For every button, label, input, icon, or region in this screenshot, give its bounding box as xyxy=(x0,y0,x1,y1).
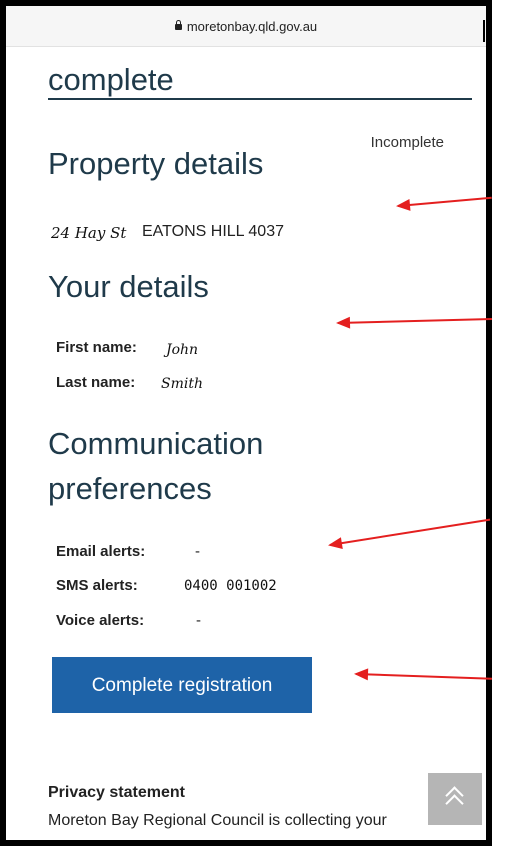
voice-alerts-value: - xyxy=(196,612,201,629)
back-to-top-button[interactable] xyxy=(428,773,482,825)
text-cursor-mark xyxy=(483,20,485,42)
mobile-viewport: moretonbay.qld.gov.au complete Incomplet… xyxy=(6,6,486,840)
complete-registration-button[interactable]: Complete registration xyxy=(52,657,312,713)
arrow-head-icon xyxy=(353,667,369,681)
url-text: moretonbay.qld.gov.au xyxy=(186,19,318,34)
arrow-head-icon xyxy=(395,198,411,213)
property-street: 24 Hay St xyxy=(51,224,127,242)
first-name-value: John xyxy=(166,342,199,358)
your-details-heading: Your details xyxy=(48,269,209,304)
title-underline xyxy=(48,98,472,100)
property-details-heading: Property details xyxy=(48,146,264,181)
arrow-head-icon xyxy=(335,316,351,330)
status-label: Incomplete xyxy=(370,134,444,151)
sms-alerts-label: SMS alerts: xyxy=(56,577,138,594)
first-name-label: First name: xyxy=(56,339,137,356)
arrow-head-icon xyxy=(327,537,343,552)
browser-address-bar[interactable]: moretonbay.qld.gov.au xyxy=(6,6,486,47)
voice-alerts-label: Voice alerts: xyxy=(56,612,145,629)
communication-heading-line1: Communication xyxy=(48,426,264,461)
right-margin xyxy=(492,0,507,846)
url-display[interactable]: moretonbay.qld.gov.au xyxy=(6,19,486,34)
lock-icon xyxy=(174,20,182,30)
last-name-value: Smith xyxy=(161,376,203,392)
email-alerts-value: - xyxy=(195,543,200,560)
last-name-label: Last name: xyxy=(56,374,136,391)
section-title-complete: complete xyxy=(48,62,174,97)
communication-heading-line2: preferences xyxy=(48,471,212,506)
privacy-heading: Privacy statement xyxy=(48,784,185,801)
email-alerts-label: Email alerts: xyxy=(56,543,146,560)
privacy-text: Moreton Bay Regional Council is collecti… xyxy=(48,812,387,829)
sms-alerts-value: 0400 001002 xyxy=(184,578,277,594)
property-town: EATONS HILL 4037 xyxy=(142,223,284,240)
